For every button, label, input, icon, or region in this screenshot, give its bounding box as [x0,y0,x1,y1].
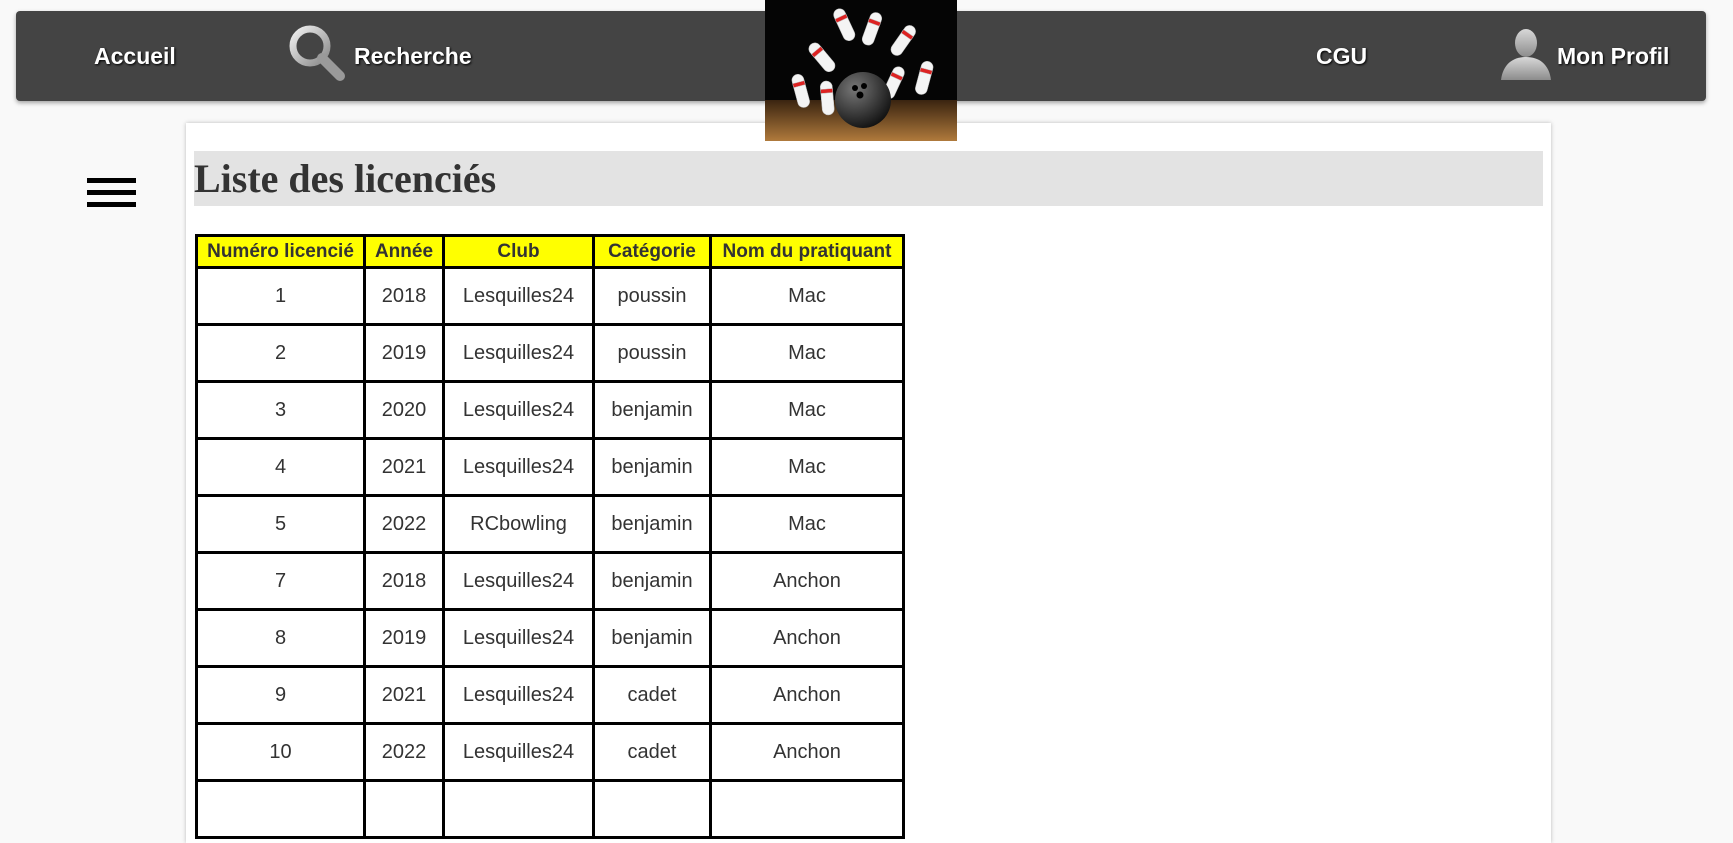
licences-table: Numéro licencié Année Club Catégorie Nom… [195,234,905,839]
nav-cgu-link[interactable]: CGU [1316,11,1367,101]
table-row: 10 2022 Lesquilles24 cadet Anchon [195,722,905,782]
cell-nom: Mac [709,266,905,326]
cell-nom: Mac [709,323,905,383]
table-row: 5 2022 RCbowling benjamin Mac [195,494,905,554]
cell-numero: 5 [195,494,366,554]
cell-categorie: benjamin [592,437,712,497]
col-header-annee: Année [363,234,445,269]
col-header-club: Club [442,234,595,269]
table-row: 4 2021 Lesquilles24 benjamin Mac [195,437,905,497]
table-row: 3 2020 Lesquilles24 benjamin Mac [195,380,905,440]
menu-icon[interactable] [87,178,136,208]
nav-profile-label: Mon Profil [1557,42,1670,69]
cell-categorie: cadet [592,665,712,725]
cell-nom: Mac [709,494,905,554]
page-title: Liste des licenciés [194,151,1543,206]
nav-search-label: Recherche [354,42,472,69]
cell-club: RCbowling [442,494,595,554]
nav-profile-link[interactable]: Mon Profil [1499,11,1669,101]
cell-nom: Mac [709,380,905,440]
table-row: 2 2019 Lesquilles24 poussin Mac [195,323,905,383]
user-icon [1499,26,1553,86]
cell-annee: 2021 [363,437,445,497]
cell-categorie: benjamin [592,380,712,440]
cell-club [442,779,595,839]
table-header-row: Numéro licencié Année Club Catégorie Nom… [195,234,905,269]
cell-club: Lesquilles24 [442,608,595,668]
cell-nom: Mac [709,437,905,497]
cell-categorie: benjamin [592,494,712,554]
cell-categorie [592,779,712,839]
col-header-categorie: Catégorie [592,234,712,269]
cell-club: Lesquilles24 [442,437,595,497]
cell-nom: Anchon [709,551,905,611]
cell-annee: 2019 [363,608,445,668]
cell-annee: 2022 [363,494,445,554]
cell-nom: Anchon [709,608,905,668]
cell-numero [195,779,366,839]
cell-annee: 2018 [363,266,445,326]
cell-club: Lesquilles24 [442,722,595,782]
table-row [195,779,905,839]
cell-numero: 1 [195,266,366,326]
cell-club: Lesquilles24 [442,266,595,326]
cell-numero: 8 [195,608,366,668]
nav-home-label: Accueil [94,42,176,69]
cell-categorie: cadet [592,722,712,782]
nav-search-link[interactable]: Recherche [286,11,472,101]
cell-categorie: benjamin [592,551,712,611]
cell-annee: 2020 [363,380,445,440]
cell-categorie: poussin [592,323,712,383]
cell-numero: 9 [195,665,366,725]
cell-categorie: poussin [592,266,712,326]
nav-cgu-label: CGU [1316,42,1368,69]
cell-nom [709,779,905,839]
cell-club: Lesquilles24 [442,380,595,440]
cell-annee: 2022 [363,722,445,782]
cell-annee: 2021 [363,665,445,725]
cell-annee: 2019 [363,323,445,383]
search-icon [286,22,348,90]
cell-annee: 2018 [363,551,445,611]
cell-numero: 10 [195,722,366,782]
cell-numero: 2 [195,323,366,383]
cell-club: Lesquilles24 [442,551,595,611]
nav-home-link[interactable]: Accueil [94,11,176,101]
table-row: 8 2019 Lesquilles24 benjamin Anchon [195,608,905,668]
cell-club: Lesquilles24 [442,323,595,383]
table-row: 7 2018 Lesquilles24 benjamin Anchon [195,551,905,611]
table-row: 1 2018 Lesquilles24 poussin Mac [195,266,905,326]
col-header-nom: Nom du pratiquant [709,234,905,269]
cell-annee [363,779,445,839]
cell-numero: 3 [195,380,366,440]
cell-numero: 4 [195,437,366,497]
table-row: 9 2021 Lesquilles24 cadet Anchon [195,665,905,725]
main-content: Liste des licenciés Numéro licencié Anné… [186,123,1551,843]
cell-club: Lesquilles24 [442,665,595,725]
cell-numero: 7 [195,551,366,611]
cell-categorie: benjamin [592,608,712,668]
bowling-logo[interactable] [765,0,957,141]
cell-nom: Anchon [709,665,905,725]
cell-nom: Anchon [709,722,905,782]
col-header-numero: Numéro licencié [195,234,366,269]
